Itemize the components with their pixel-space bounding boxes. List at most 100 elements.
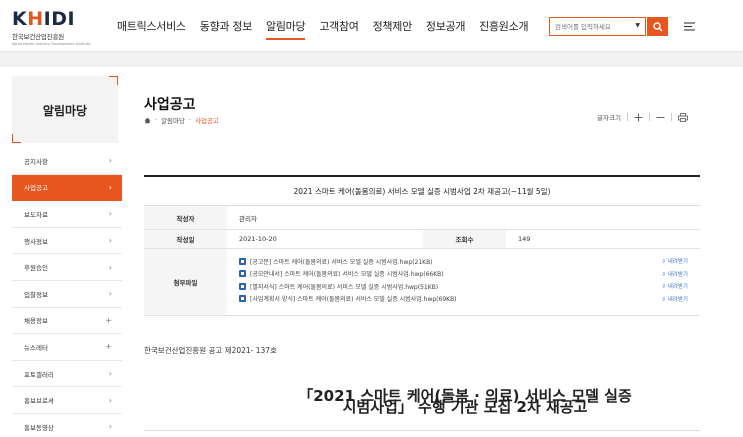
logo-subtitle-en: Korea Health Industry Development Instit…: [12, 42, 91, 46]
breadcrumb-separator: ·: [189, 116, 192, 124]
attachment-item: [사업계획서 양식] 스마트 케어(돌봄의료) 서비스 모델 실증 시범사업.h…: [239, 293, 688, 306]
menu-button[interactable]: [682, 17, 696, 36]
sidebar-item-notices[interactable]: 공지사항 ›: [12, 148, 122, 175]
nav-item-notice[interactable]: 알림마당: [266, 0, 306, 52]
font-size-label: 글자크기: [597, 114, 621, 122]
logo-subtitle: 한국보건산업진흥원: [12, 33, 65, 41]
sidebar-item-bids[interactable]: 입찰정보 ›: [12, 281, 122, 308]
nav-item-about[interactable]: 진흥원소개: [479, 0, 528, 52]
sidebar-item-label: 입찰정보: [24, 290, 48, 299]
corner-decoration: [109, 76, 118, 85]
views-value: 149: [518, 235, 531, 243]
attachment-link[interactable]: [공고문] 스마트 케어(돌봄의료) 서비스 모델 실증 시범사업.hwp(21…: [250, 257, 433, 266]
chevron-right-icon: ›: [108, 182, 112, 192]
search-icon: [652, 21, 662, 31]
date-label: 작성일: [144, 230, 227, 248]
board-view: 2021 스마트 케어(돌봄의료) 서비스 모델 실증 시범사업 2차 재공고(…: [144, 175, 700, 316]
attachment-link[interactable]: [별지서식] 스마트 케어(돌봄의료) 서비스 모델 실증 시범사업.hwp(5…: [250, 282, 438, 291]
sidebar-item-newsletter[interactable]: 뉴스레터 +: [12, 334, 122, 361]
attachment-item: [공모안내서] 스마트 케어(돌봄의료) 서비스 모델 실증 시범사업.hwp(…: [239, 268, 688, 281]
attachment-item: [별지서식] 스마트 케어(돌봄의료) 서비스 모델 실증 시범사업.hwp(5…: [239, 280, 688, 293]
zoom-in-icon[interactable]: [634, 113, 643, 122]
page-title: 사업공고: [144, 97, 196, 113]
plus-icon: +: [105, 315, 112, 325]
download-label: 내려받기: [667, 284, 688, 291]
breadcrumb-item[interactable]: 알림마당: [161, 115, 185, 125]
nav-item-trends[interactable]: 동향과 정보: [200, 0, 253, 52]
nav-item-matrix[interactable]: 매트릭스서비스: [117, 0, 186, 52]
notice-number: 한국보건산업진흥원 공고 제2021- 137호: [144, 346, 277, 355]
download-label: 내려받기: [667, 296, 688, 303]
main-nav: 매트릭스서비스 동향과 정보 알림마당 고객참여 정책제안 정보공개 진흥원소개: [117, 0, 542, 52]
board-title: 2021 스마트 케어(돌봄의료) 서비스 모델 실증 시범사업 2차 재공고(…: [144, 175, 700, 206]
sidebar-item-events[interactable]: 행사정보 ›: [12, 228, 122, 255]
sidebar-item-label: 공지사항: [24, 157, 48, 166]
nav-item-policy[interactable]: 정책제안: [373, 0, 413, 52]
sidebar-item-label: 채용정보: [24, 317, 48, 326]
sidebar-item-label: 사업공고: [24, 184, 48, 193]
chevron-right-icon: ›: [108, 369, 112, 379]
chevron-right-icon: ›: [108, 262, 112, 272]
sidebar-item-label: 포토갤러리: [24, 370, 54, 379]
sidebar-item-label: 뉴스레터: [24, 343, 48, 352]
sidebar-item-videos[interactable]: 홍보동영상 ›: [12, 414, 122, 437]
download-label: 내려받기: [667, 271, 688, 278]
download-link[interactable]: ⇩ 내려받기: [661, 270, 688, 278]
home-icon[interactable]: [144, 117, 151, 124]
sidebar-item-label: 보도자료: [24, 210, 48, 219]
chevron-right-icon: ›: [108, 236, 112, 246]
sidebar-item-brochure[interactable]: 홍보브로셔 ›: [12, 387, 122, 414]
search-box: ▼: [549, 17, 646, 36]
sidebar-item-jobs[interactable]: 채용정보 +: [12, 308, 122, 335]
hamburger-icon: [683, 22, 695, 31]
download-label: 내려받기: [667, 259, 688, 266]
divider: [144, 430, 700, 431]
author-label: 작성자: [144, 206, 227, 229]
sidebar-item-sponsorship[interactable]: 후원승인 ›: [12, 254, 122, 281]
hwp-file-icon: [239, 282, 246, 290]
date-value: 2021-10-20: [239, 235, 277, 243]
caret-down-icon[interactable]: ▼: [635, 22, 640, 29]
chevron-right-icon: ›: [108, 156, 112, 166]
sidebar-item-label: 홍보브로셔: [24, 397, 54, 406]
sub-header-band: [0, 52, 743, 67]
sidebar-menu: 공지사항 › 사업공고 › 보도자료 › 행사정보 › 후원승인 › 입찰정보 › 채용정보…: [12, 148, 122, 437]
views-label: 조회수: [423, 230, 506, 248]
breadcrumb-separator: ·: [155, 116, 158, 124]
plus-icon: +: [105, 342, 112, 352]
author-row: 작성자 관리자: [144, 206, 700, 230]
nav-item-customer[interactable]: 고객참여: [319, 0, 359, 52]
hwp-file-icon: [239, 257, 246, 265]
announcement-heading: 「2021 스마트 케어(돌봄 · 의료) 서비스 모델 실증 시범사업」 수행…: [260, 388, 670, 415]
attachment-link[interactable]: [사업계획서 양식] 스마트 케어(돌봄의료) 서비스 모델 실증 시범사업.h…: [250, 294, 457, 303]
chevron-right-icon: ›: [108, 422, 112, 432]
attachment-link[interactable]: [공모안내서] 스마트 케어(돌봄의료) 서비스 모델 실증 시범사업.hwp(…: [250, 269, 444, 278]
search-button[interactable]: [647, 17, 668, 36]
sidebar-item-photos[interactable]: 포토갤러리 ›: [12, 361, 122, 388]
sidebar-item-label: 홍보동영상: [24, 423, 54, 432]
zoom-out-icon[interactable]: [656, 113, 665, 122]
author-value: 관리자: [239, 214, 257, 223]
logo-wordmark: KHIDI: [12, 8, 76, 30]
search-input[interactable]: [550, 18, 630, 35]
attachments-row: 첨부파일 [공고문] 스마트 케어(돌봄의료) 서비스 모델 실증 시범사업.h…: [144, 249, 700, 316]
page-tools: 글자크기: [597, 112, 688, 122]
attachment-list: [공고문] 스마트 케어(돌봄의료) 서비스 모델 실증 시범사업.hwp(21…: [227, 249, 700, 315]
divider: [670, 113, 672, 121]
sidebar-item-business[interactable]: 사업공고 ›: [12, 174, 122, 202]
nav-item-disclosure[interactable]: 정보공개: [426, 0, 466, 52]
print-icon[interactable]: [678, 112, 688, 122]
hwp-file-icon: [239, 295, 246, 303]
date-row: 작성일 2021-10-20 조회수 149: [144, 230, 700, 249]
download-link[interactable]: ⇩ 내려받기: [661, 282, 688, 290]
chevron-right-icon: ›: [108, 395, 112, 405]
download-link[interactable]: ⇩ 내려받기: [661, 295, 688, 303]
breadcrumb-current[interactable]: 사업공고: [195, 115, 219, 125]
sidebar-title: 알림마당: [42, 104, 88, 118]
sidebar-title-box: 알림마당: [12, 76, 118, 143]
corner-decoration: [12, 134, 21, 143]
divider: [626, 113, 628, 121]
download-link[interactable]: ⇩ 내려받기: [661, 257, 688, 265]
site-logo[interactable]: KHIDI 한국보건산업진흥원 Korea Health Industry De…: [12, 8, 91, 47]
sidebar-item-press[interactable]: 보도자료 ›: [12, 201, 122, 228]
